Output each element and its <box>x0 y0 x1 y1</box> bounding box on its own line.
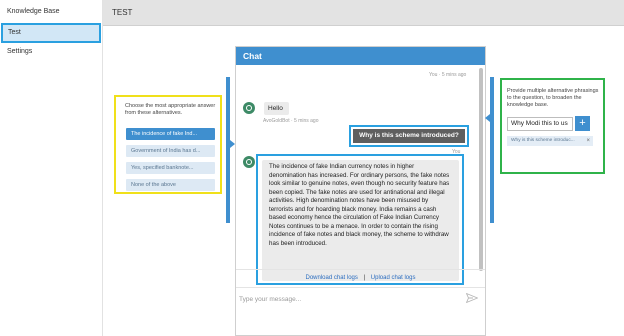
bot-avatar-icon <box>243 102 255 114</box>
sidebar-item-knowledge-base[interactable]: Knowledge Base <box>0 2 103 22</box>
add-phrasing-button[interactable]: + <box>575 116 590 131</box>
user-message: Why is this scheme introduced? <box>353 129 465 143</box>
bot-answer-message: The incidence of fake Indian currency no… <box>262 160 459 281</box>
chat-header: Chat <box>236 47 485 65</box>
left-connector-bar <box>226 77 230 223</box>
alternatives-caption: Choose the most appropriate answer from … <box>125 103 216 116</box>
alternative-option-2[interactable]: Government of India has d... <box>126 145 215 157</box>
sidebar-item-test[interactable]: Test <box>1 23 101 43</box>
bot-answer-highlight: The incidence of fake Indian currency no… <box>256 154 464 285</box>
chat-log-links: Download chat logs | Upload chat logs <box>236 269 485 286</box>
send-icon[interactable] <box>466 293 478 303</box>
sidebar: Knowledge Base Test Settings <box>0 0 103 336</box>
page-header: TEST <box>103 0 624 26</box>
rephrase-panel: Provide multiple alternative phrasings t… <box>500 78 605 174</box>
chat-scrollbar[interactable] <box>479 68 483 271</box>
bot-avatar-icon <box>243 156 255 168</box>
right-connector-bar <box>490 77 494 223</box>
alternative-option-1[interactable]: The incidence of fake Ind... <box>126 128 215 140</box>
rephrase-input[interactable]: Why Modi this to us <box>507 117 573 131</box>
phrasing-chip: Why is this scheme introduc... × <box>507 136 593 146</box>
message-timestamp: You · 5 mins ago <box>429 72 467 78</box>
download-chat-logs-link[interactable]: Download chat logs <box>306 275 358 281</box>
user-message-highlight: Why is this scheme introduced? <box>349 125 469 147</box>
chat-title: Chat <box>243 51 262 61</box>
sidebar-item-settings[interactable]: Settings <box>0 42 103 62</box>
bot-message-hello: Hello <box>264 102 289 115</box>
close-icon[interactable]: × <box>586 136 590 146</box>
message-timestamp: AvoGoldBot · 5 mins ago <box>263 118 319 124</box>
phrasing-chip-label: Why is this scheme introduc... <box>511 138 575 143</box>
link-separator: | <box>363 275 366 281</box>
app-root: Knowledge Base Test Settings TEST Choose… <box>0 0 624 336</box>
chat-window: Chat You · 5 mins ago Hello AvoGoldBot ·… <box>235 46 486 336</box>
message-input[interactable] <box>239 292 459 306</box>
message-composer <box>236 287 485 309</box>
rephrase-caption: Provide multiple alternative phrasings t… <box>507 88 599 108</box>
alternatives-panel: Choose the most appropriate answer from … <box>114 95 222 194</box>
alternative-option-4[interactable]: None of the above <box>126 179 215 191</box>
alternative-option-3[interactable]: Yes, specified banknote... <box>126 162 215 174</box>
page-title: TEST <box>112 8 133 17</box>
upload-chat-logs-link[interactable]: Upload chat logs <box>371 275 416 281</box>
